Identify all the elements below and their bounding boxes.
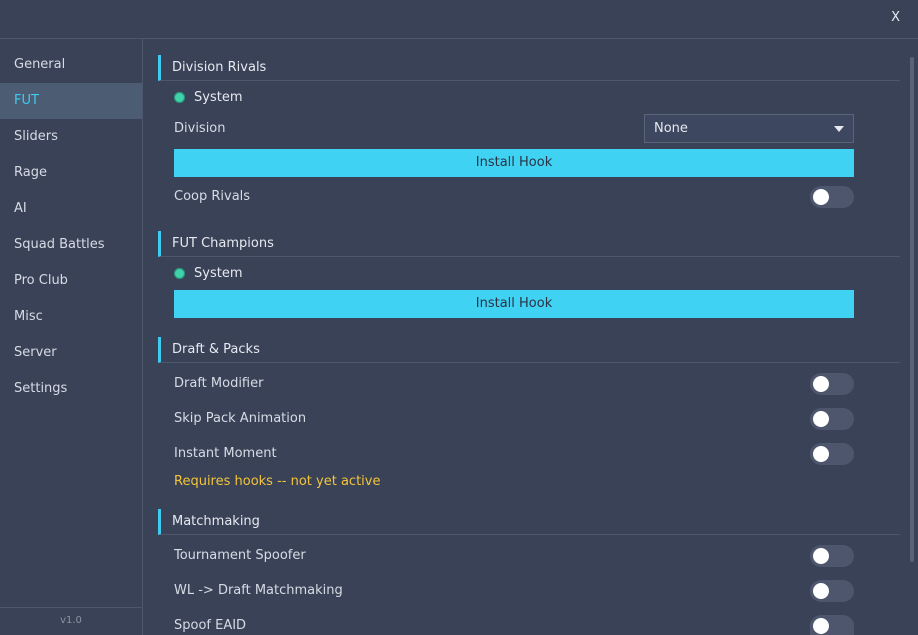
wl-draft-matchmaking-toggle[interactable]	[810, 580, 854, 602]
sidebar-item-ai[interactable]: AI	[0, 191, 142, 227]
section-header-draft-packs: Draft & Packs	[158, 337, 900, 363]
system-label: System	[194, 266, 243, 281]
toggle-knob	[813, 583, 829, 599]
sidebar-item-misc[interactable]: Misc	[0, 299, 142, 335]
section-header-matchmaking: Matchmaking	[158, 509, 900, 535]
toggle-knob	[813, 189, 829, 205]
instant-moment-toggle[interactable]	[810, 443, 854, 465]
division-select[interactable]: None	[644, 114, 854, 143]
toggle-knob	[813, 618, 829, 634]
division-select-value: None	[654, 121, 688, 136]
title-bar: X	[0, 0, 918, 39]
sidebar-item-settings[interactable]: Settings	[0, 371, 142, 407]
toggle-knob	[813, 446, 829, 462]
coop-rivals-toggle[interactable]	[810, 186, 854, 208]
toggle-knob	[813, 411, 829, 427]
coop-rivals-label: Coop Rivals	[174, 189, 251, 204]
install-hook-button-rivals[interactable]: Install Hook	[174, 149, 854, 177]
spoof-eaid-label: Spoof EAID	[174, 618, 247, 633]
skip-pack-animation-label: Skip Pack Animation	[174, 411, 307, 426]
toggle-knob	[813, 548, 829, 564]
tournament-spoofer-toggle[interactable]	[810, 545, 854, 567]
sidebar-item-rage[interactable]: Rage	[0, 155, 142, 191]
draft-modifier-label: Draft Modifier	[174, 376, 264, 391]
close-button[interactable]: X	[891, 10, 900, 25]
content-panel: Division Rivals System Division None Ins…	[143, 39, 918, 635]
sidebar-item-sliders[interactable]: Sliders	[0, 119, 142, 155]
scrollbar[interactable]	[910, 57, 914, 562]
system-radio-dot-icon[interactable]	[174, 92, 185, 103]
sidebar-item-server[interactable]: Server	[0, 335, 142, 371]
sidebar-item-pro-club[interactable]: Pro Club	[0, 263, 142, 299]
instant-moment-label: Instant Moment	[174, 446, 277, 461]
chevron-down-icon	[834, 126, 844, 132]
sidebar-item-fut[interactable]: FUT	[0, 83, 142, 119]
system-label: System	[194, 90, 243, 105]
division-label: Division	[174, 121, 226, 136]
skip-pack-animation-toggle[interactable]	[810, 408, 854, 430]
section-header-division-rivals: Division Rivals	[158, 55, 900, 81]
install-hook-button-champions[interactable]: Install Hook	[174, 290, 854, 318]
sidebar-item-squad-battles[interactable]: Squad Battles	[0, 227, 142, 263]
toggle-knob	[813, 376, 829, 392]
hooks-warning-text: Requires hooks -- not yet active	[174, 474, 381, 489]
wl-draft-matchmaking-label: WL -> Draft Matchmaking	[174, 583, 343, 598]
section-header-fut-champions: FUT Champions	[158, 231, 900, 257]
sidebar-item-general[interactable]: General	[0, 47, 142, 83]
sidebar: General FUT Sliders Rage AI Squad Battle…	[0, 39, 143, 635]
tournament-spoofer-label: Tournament Spoofer	[174, 548, 306, 563]
system-radio-dot-icon[interactable]	[174, 268, 185, 279]
draft-modifier-toggle[interactable]	[810, 373, 854, 395]
version-label: v1.0	[0, 607, 142, 635]
spoof-eaid-toggle[interactable]	[810, 615, 854, 635]
